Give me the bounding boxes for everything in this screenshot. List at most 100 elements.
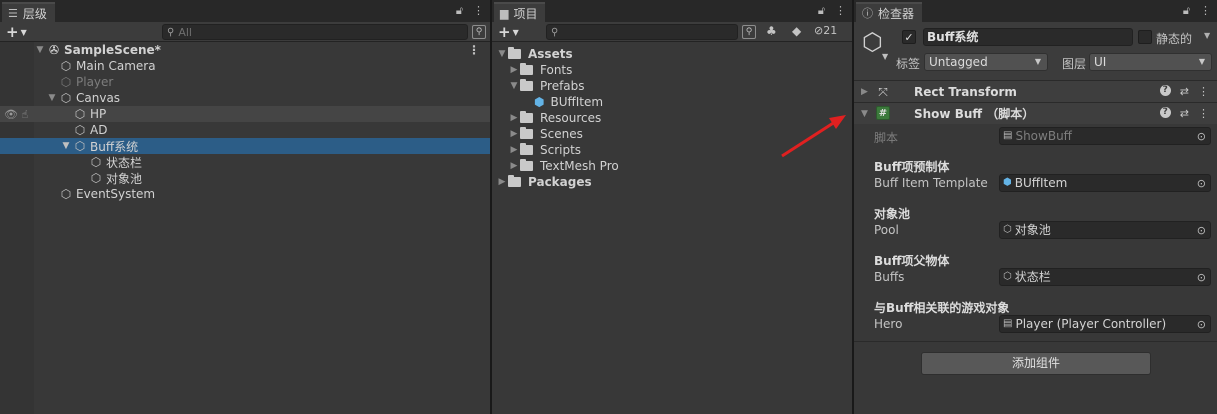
gameobject-icon: ⬡ bbox=[74, 123, 86, 137]
project-item[interactable]: ▶ Resources bbox=[492, 110, 852, 126]
collapse-arrow-icon[interactable]: ▶ bbox=[508, 113, 520, 123]
object-picker-icon[interactable]: ⊙ bbox=[1197, 317, 1206, 332]
object-picker-icon[interactable]: ⊙ bbox=[1197, 176, 1206, 191]
static-checkbox[interactable] bbox=[1138, 30, 1152, 44]
project-item-label: Resources bbox=[540, 111, 602, 125]
project-tabbar: ▆ 项目 🔓︎ ⋮ bbox=[492, 0, 852, 22]
hierarchy-item[interactable]: ⬡ Player bbox=[0, 74, 490, 90]
preset-icon[interactable]: ⇄ bbox=[1180, 85, 1189, 98]
create-button[interactable]: + ▼ bbox=[6, 23, 27, 41]
more-menu-icon[interactable]: ⋮ bbox=[473, 4, 484, 18]
tag-dropdown[interactable]: Untagged ▼ bbox=[924, 53, 1048, 71]
lock-icon[interactable]: 🔓︎ bbox=[456, 4, 463, 18]
hidden-packages-icon[interactable]: ⊘21 bbox=[814, 24, 837, 37]
hierarchy-item-label: 状态栏 bbox=[106, 155, 143, 170]
hierarchy-item[interactable]: 👁︎ ☝︎ ⬡ HP bbox=[0, 106, 490, 122]
hierarchy-item-label: Main Camera bbox=[76, 59, 156, 73]
hierarchy-item[interactable]: ⬡ EventSystem bbox=[0, 186, 490, 202]
project-tab[interactable]: ▆ 项目 bbox=[494, 2, 546, 22]
collapse-arrow-icon[interactable]: ▶ bbox=[508, 129, 520, 139]
filter-by-type-icon[interactable]: ♣ bbox=[766, 24, 777, 38]
project-item-label: Scenes bbox=[540, 127, 583, 141]
hierarchy-tab[interactable]: ☰ 层级 bbox=[2, 2, 55, 22]
component-name: Rect Transform bbox=[914, 84, 1017, 99]
unity-scene-icon: ✇ bbox=[48, 43, 60, 57]
expand-arrow-icon[interactable]: ▼ bbox=[496, 49, 508, 59]
project-item[interactable]: ▶ Scenes bbox=[492, 126, 852, 142]
gameobject-icon[interactable]: ⬡ bbox=[862, 28, 883, 56]
collapse-arrow-icon[interactable]: ▶ bbox=[508, 161, 520, 171]
search-filter-button[interactable]: ⚲ bbox=[472, 25, 486, 39]
project-item[interactable]: ▶ TextMesh Pro bbox=[492, 158, 852, 174]
hierarchy-item[interactable]: ⬡ AD bbox=[0, 122, 490, 138]
gameobject-icon: ⬡ bbox=[1003, 271, 1012, 282]
visibility-eye-icon[interactable]: 👁︎ ☝︎ bbox=[4, 108, 28, 121]
icon-dropdown-caret[interactable]: ▼ bbox=[882, 52, 888, 61]
project-search-input[interactable]: ⚲ bbox=[546, 24, 738, 40]
gameobject-icon: ⬡ bbox=[90, 171, 102, 185]
collapse-arrow-icon[interactable]: ▶ bbox=[861, 87, 868, 97]
expand-arrow-icon[interactable]: ▼ bbox=[46, 93, 58, 103]
project-item[interactable]: ▼ Assets bbox=[492, 46, 852, 62]
hierarchy-item[interactable]: ⬡ 状态栏 bbox=[0, 154, 490, 170]
project-item[interactable]: ▶ Packages bbox=[492, 174, 852, 190]
layer-dropdown[interactable]: UI ▼ bbox=[1089, 53, 1212, 71]
tag-label: 标签 bbox=[896, 57, 921, 71]
scene-menu-icon[interactable]: ⋮ bbox=[468, 43, 480, 57]
project-item-label: BUffItem bbox=[550, 95, 604, 109]
project-item[interactable]: ▼ Prefabs bbox=[492, 78, 852, 94]
hierarchy-list-icon: ☰ bbox=[8, 6, 18, 20]
object-picker-icon[interactable]: ⊙ bbox=[1197, 270, 1206, 285]
script-icon[interactable]: # bbox=[876, 106, 890, 120]
expand-arrow-icon[interactable]: ▼ bbox=[60, 141, 72, 151]
help-icon[interactable]: ? bbox=[1159, 107, 1171, 118]
divider bbox=[854, 341, 1217, 342]
collapse-arrow-icon[interactable]: ▶ bbox=[508, 145, 520, 155]
object-picker-icon[interactable]: ⊙ bbox=[1197, 223, 1206, 238]
gameobject-icon: ⬡ bbox=[90, 155, 102, 169]
static-dropdown-caret[interactable]: ▼ bbox=[1204, 31, 1210, 40]
hierarchy-item[interactable]: ⬡ 对象池 bbox=[0, 170, 490, 186]
add-component-button[interactable]: 添加组件 bbox=[921, 352, 1151, 375]
filter-by-label-icon[interactable]: ◆ bbox=[792, 24, 801, 38]
buffs-field[interactable]: ⬡ 状态栏 ⊙ bbox=[999, 268, 1211, 286]
hierarchy-item-selected[interactable]: ▼ ⬡ Buff系统 bbox=[0, 138, 490, 154]
gameobject-icon: ⬡ bbox=[60, 187, 72, 201]
expand-arrow-icon[interactable]: ▼ bbox=[861, 109, 868, 119]
active-checkbox[interactable]: ✓ bbox=[902, 30, 916, 44]
gameobject-name-field[interactable]: Buff系统 bbox=[923, 28, 1133, 46]
lock-icon[interactable]: 🔓︎ bbox=[1183, 4, 1190, 18]
expand-arrow-icon[interactable]: ▼ bbox=[508, 81, 520, 91]
project-item[interactable]: ▶ Scripts bbox=[492, 142, 852, 158]
expand-arrow-icon[interactable]: ▼ bbox=[34, 45, 46, 55]
hero-field[interactable]: ▤ Player (Player Controller) ⊙ bbox=[999, 315, 1211, 333]
inspector-tab[interactable]: ⓘ 检查器 bbox=[856, 2, 923, 22]
more-menu-icon[interactable]: ⋮ bbox=[1200, 4, 1211, 18]
buff-item-template-field[interactable]: ⬢ BUffItem ⊙ bbox=[999, 174, 1211, 192]
search-filter-button[interactable]: ⚲ bbox=[742, 25, 756, 39]
create-asset-button[interactable]: + ▼ bbox=[498, 23, 519, 41]
collapse-arrow-icon[interactable]: ▶ bbox=[508, 65, 520, 75]
show-buff-header[interactable]: ▼ # Show Buff （脚本） ? ⇄ ⋮ bbox=[854, 102, 1217, 124]
hierarchy-tabbar: ☰ 层级 🔓︎ ⋮ bbox=[0, 0, 490, 22]
component-menu-icon[interactable]: ⋮ bbox=[1198, 107, 1209, 120]
hierarchy-item[interactable]: ⬡ Main Camera bbox=[0, 58, 490, 74]
scene-row[interactable]: ▼ ✇ SampleScene* ⋮ bbox=[0, 42, 490, 58]
preset-icon[interactable]: ⇄ bbox=[1180, 107, 1189, 120]
component-menu-icon[interactable]: ⋮ bbox=[1198, 85, 1209, 98]
prefab-cube-icon: ⬢ bbox=[1003, 177, 1012, 188]
hierarchy-item[interactable]: ▼ ⬡ Canvas bbox=[0, 90, 490, 106]
layer-label: 图层 bbox=[1062, 57, 1087, 71]
more-menu-icon[interactable]: ⋮ bbox=[835, 4, 846, 18]
project-item[interactable]: ▶ Fonts bbox=[492, 62, 852, 78]
help-icon[interactable]: ? bbox=[1159, 85, 1171, 96]
project-tab-label: 项目 bbox=[513, 6, 538, 21]
static-label: 静态的 bbox=[1156, 32, 1193, 46]
collapse-arrow-icon[interactable]: ▶ bbox=[496, 177, 508, 187]
lock-icon[interactable]: 🔓︎ bbox=[818, 4, 825, 18]
pool-field[interactable]: ⬡ 对象池 ⊙ bbox=[999, 221, 1211, 239]
buffs-label: Buffs bbox=[874, 270, 905, 284]
rect-transform-header[interactable]: ▶ ⤧ Rect Transform ? ⇄ ⋮ bbox=[854, 80, 1217, 102]
hierarchy-search-input[interactable]: ⚲ All bbox=[162, 24, 468, 40]
project-item[interactable]: ⬢ BUffItem bbox=[492, 94, 852, 110]
